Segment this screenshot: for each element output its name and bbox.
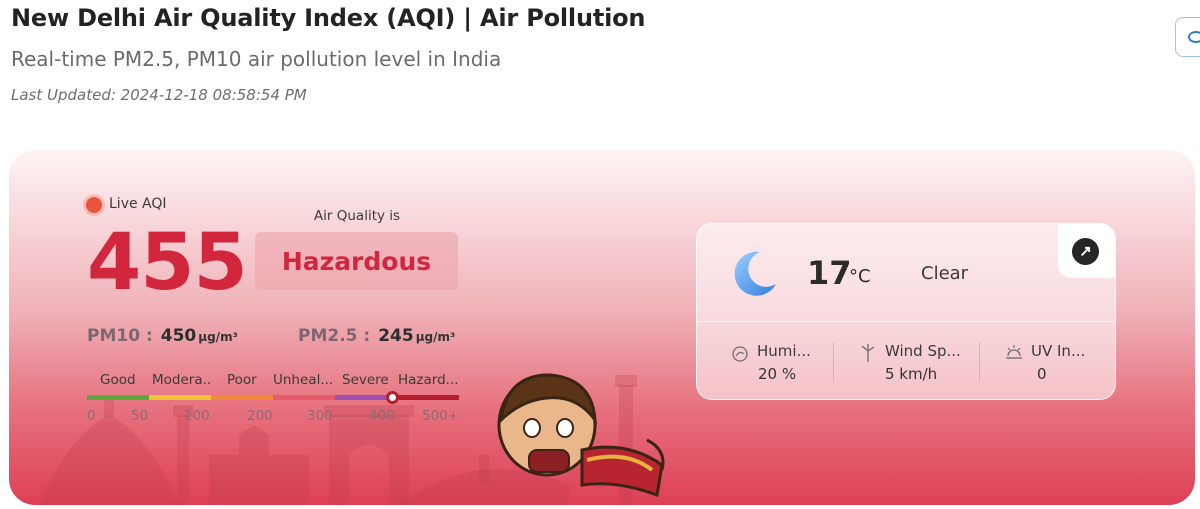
scale-label: Severe <box>342 372 389 388</box>
scale-number: 50 <box>131 408 149 424</box>
pm10-label: PM10 : <box>87 326 153 346</box>
scale-segment <box>397 395 459 400</box>
pm10-value: 450 <box>160 326 197 346</box>
scale-label: Hazard... <box>398 372 459 388</box>
weather-card: 17 °C Clear ↗ Humi... 20 % Wind Sp... 5 … <box>696 223 1116 400</box>
humidity-label: Humi... <box>757 342 811 360</box>
aqi-scale-bar <box>87 391 459 404</box>
aqi-status-badge: Hazardous <box>255 232 458 290</box>
eye-icon <box>1188 31 1200 43</box>
pm10-reading: PM10 : 450 µg/m³ <box>87 326 238 346</box>
humidity-value: 20 % <box>758 365 797 383</box>
wind-speed-value: 5 km/h <box>885 365 938 383</box>
pm10-unit: µg/m³ <box>198 330 238 344</box>
live-aqi-label: Live AQI <box>109 196 167 212</box>
aqi-value: 455 <box>87 218 248 308</box>
aqi-card: Live AQI 455 Air Quality is Hazardous PM… <box>9 150 1195 505</box>
scale-label: Good <box>100 372 136 388</box>
pm25-unit: µg/m³ <box>415 330 456 344</box>
arrow-up-right-icon: ↗ <box>1072 238 1099 265</box>
weather-condition: Clear <box>921 263 969 284</box>
divider <box>833 342 834 382</box>
scale-segment <box>149 395 211 400</box>
scale-label: Poor <box>227 372 257 388</box>
temperature-unit: °C <box>849 266 871 287</box>
pm25-label: PM2.5 : <box>298 326 371 346</box>
scale-number: 0 <box>87 408 96 424</box>
view-button[interactable] <box>1175 17 1200 57</box>
divider <box>979 342 980 382</box>
scale-number: 400 <box>369 408 395 424</box>
uv-index-label: UV In... <box>1031 342 1086 360</box>
scale-label: Unheal... <box>273 372 334 388</box>
temperature-value: 17 <box>807 254 852 292</box>
mascot-illustration <box>497 373 665 498</box>
humidity-icon <box>732 346 748 362</box>
wind-speed-label: Wind Sp... <box>885 342 961 360</box>
weather-details-button[interactable]: ↗ <box>1058 224 1115 278</box>
scale-number: 200 <box>247 408 273 424</box>
uv-index-value: 0 <box>1037 365 1047 383</box>
scale-segment <box>211 395 273 400</box>
pm25-reading: PM2.5 : 245 µg/m³ <box>298 326 455 346</box>
scale-segment <box>273 395 335 400</box>
moon-icon <box>734 251 776 296</box>
scale-label: Modera.. <box>152 372 212 388</box>
scale-segment <box>87 395 149 400</box>
pm25-value: 245 <box>378 326 414 346</box>
air-quality-label: Air Quality is <box>313 208 401 224</box>
aqi-scale-marker <box>385 391 399 404</box>
uv-icon <box>1006 345 1022 359</box>
scale-number: 500+ <box>422 408 460 424</box>
page-title: New Delhi Air Quality Index (AQI) | Air … <box>11 4 646 32</box>
scale-number: 100 <box>184 408 210 424</box>
live-indicator-dot <box>86 197 102 213</box>
last-updated-timestamp: Last Updated: 2024-12-18 08:58:54 PM <box>11 86 307 104</box>
wind-icon <box>861 344 875 362</box>
scale-number: 300 <box>307 408 333 424</box>
divider <box>697 321 1115 322</box>
page-subtitle: Real-time PM2.5, PM10 air pollution leve… <box>11 47 502 71</box>
